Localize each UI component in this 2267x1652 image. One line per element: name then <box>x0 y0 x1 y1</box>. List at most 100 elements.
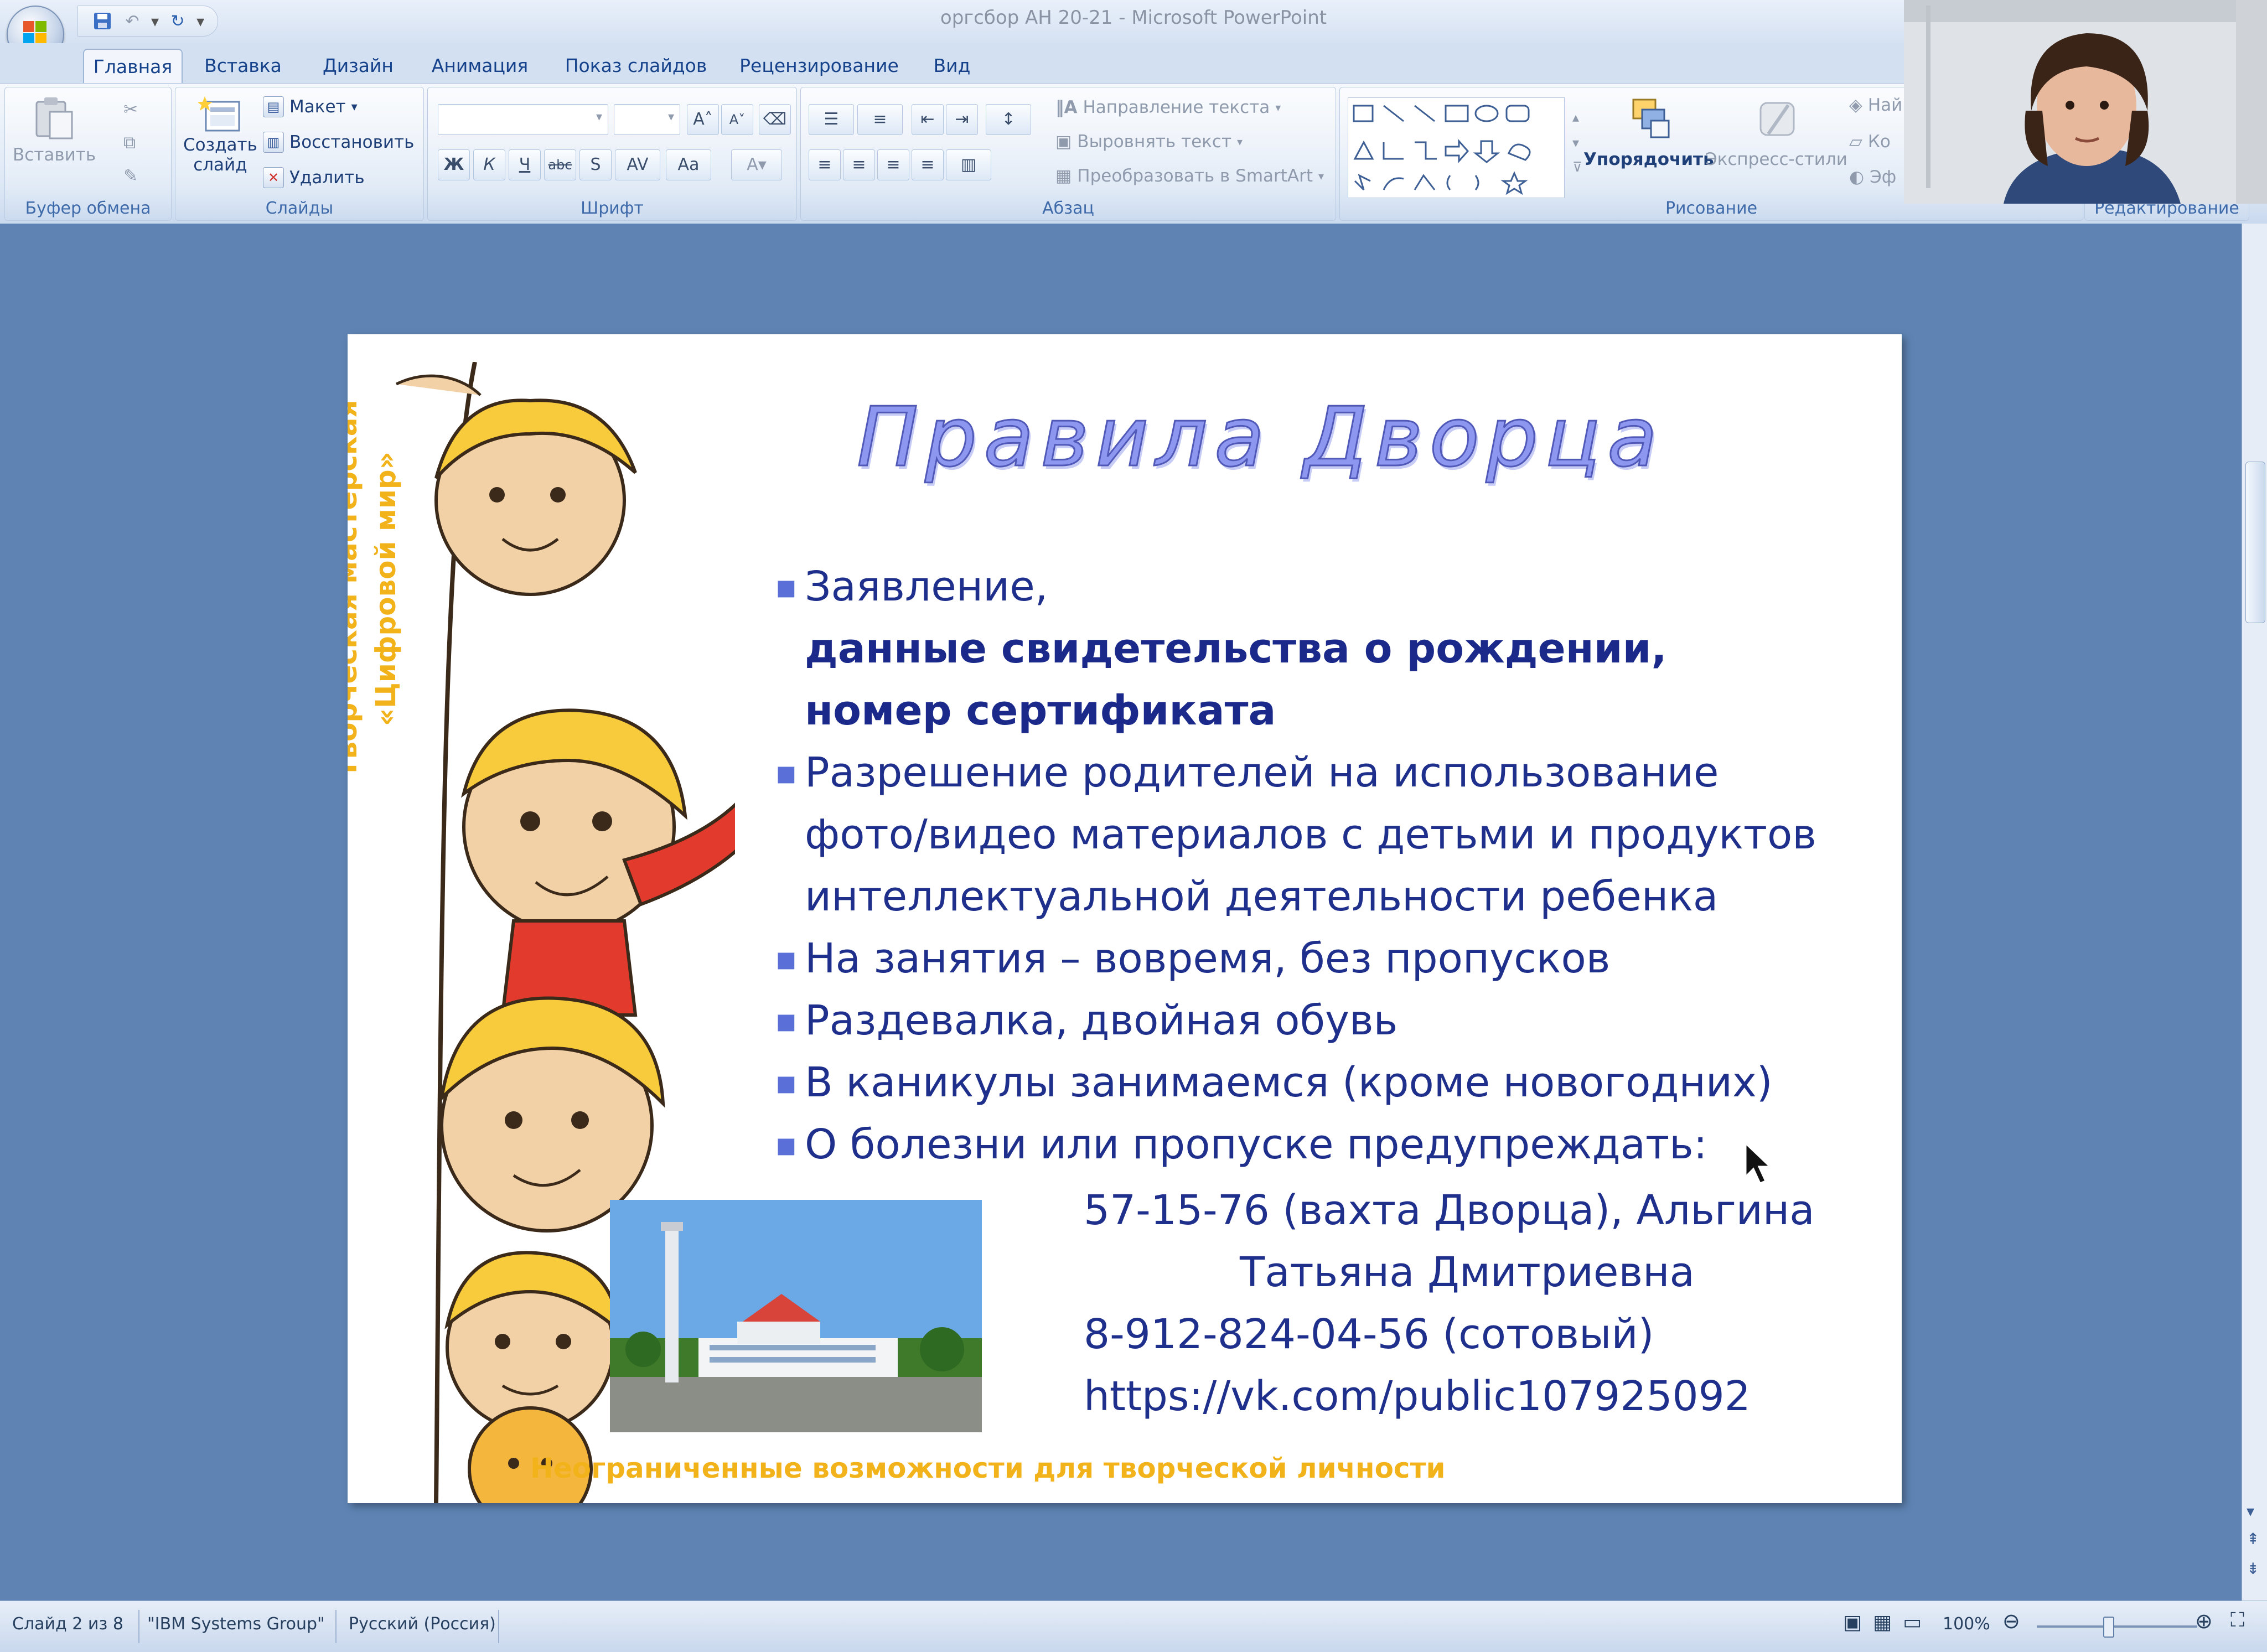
line-spacing-icon[interactable]: ↕ <box>986 104 1031 135</box>
underline-button[interactable]: Ч <box>509 149 541 180</box>
format-painter-icon[interactable]: ✎ <box>123 166 138 186</box>
arrange-label: Упорядочить <box>1583 149 1714 169</box>
bullet-item: Раздевалка, двойная обувь <box>775 990 1886 1052</box>
shape-effects-icon[interactable]: ◐ Эф <box>1849 167 1896 187</box>
shape-outline-icon[interactable]: ▱ Ко <box>1849 132 1891 152</box>
tab-review[interactable]: Рецензирование <box>736 49 902 83</box>
zoom-slider[interactable] <box>2037 1625 2197 1628</box>
bullet-text: данные свидетельства о рождении, <box>805 625 1667 672</box>
strikethrough-button[interactable]: abc <box>544 149 576 180</box>
tab-slideshow[interactable]: Показ слайдов <box>561 49 711 83</box>
redo-icon[interactable]: ↻ <box>167 10 189 32</box>
align-text-button[interactable]: ▣ Выровнять текст ▾ <box>1055 132 1243 152</box>
zoom-slider-thumb[interactable] <box>2103 1617 2114 1638</box>
reset-label: Восстановить <box>289 132 415 152</box>
contact-mobile: 8-912-824-04-56 (сотовый) <box>1084 1311 1654 1358</box>
fit-to-window-icon[interactable]: ⛶ <box>2230 1609 2244 1632</box>
quick-access-toolbar: ↶ ▾ ↻ ▾ <box>77 6 219 37</box>
bullets-icon[interactable]: ☰ <box>809 104 854 135</box>
shadow-button[interactable]: S <box>579 149 612 180</box>
new-slide-icon <box>198 96 240 132</box>
align-text-icon: ▣ <box>1055 132 1072 152</box>
shape-fill-icon[interactable]: ◈ Най <box>1849 95 1902 115</box>
arrange-button[interactable]: Упорядочить <box>1583 95 1714 169</box>
font-size-select[interactable]: ▾ <box>614 104 680 135</box>
columns-icon[interactable]: ▥ <box>946 149 991 180</box>
shapes-gallery[interactable] <box>1348 97 1565 198</box>
theme-name[interactable]: "IBM Systems Group" <box>147 1614 325 1634</box>
customize-qat-icon[interactable]: ▾ <box>196 12 204 30</box>
cut-icon[interactable]: ✂ <box>123 100 138 120</box>
delete-slide-label: Удалить <box>289 168 365 188</box>
contact-link[interactable]: https://vk.com/public107925092 <box>1084 1373 1751 1420</box>
bullet-text: В каникулы занимаемся (кроме новогодних) <box>805 1059 1773 1106</box>
bullet-item: Заявление, <box>775 556 1886 618</box>
status-divider <box>335 1610 337 1643</box>
bullet-text: Раздевалка, двойная обувь <box>805 997 1398 1044</box>
save-icon[interactable] <box>91 10 113 32</box>
shapes-gallery-icon <box>1353 105 1531 195</box>
vertical-scrollbar[interactable]: ▾ ⇞ ⇟ <box>2242 224 2267 1601</box>
shrink-font-button[interactable]: A˅ <box>721 104 753 135</box>
reset-button[interactable]: ▥ Восстановить <box>263 132 414 153</box>
shapes-more-icon[interactable]: ⊽ <box>1572 159 1582 175</box>
tab-design[interactable]: Дизайн <box>317 49 400 83</box>
clear-formatting-icon[interactable]: ⌫ <box>759 104 791 135</box>
shape-effects-label: Эф <box>1870 167 1897 187</box>
bullet-text: фото/видео материалов с детьми и продукт… <box>805 811 1816 858</box>
numbering-icon[interactable]: ≡ <box>857 104 903 135</box>
paste-button[interactable]: Вставить <box>13 95 96 165</box>
previous-slide-icon[interactable]: ⇞ <box>2247 1530 2259 1548</box>
zoom-in-icon[interactable]: ⊕ <box>2195 1609 2213 1633</box>
slide-title[interactable]: Правила Дворца <box>856 389 1664 486</box>
increase-indent-icon[interactable]: ⇥ <box>946 104 978 135</box>
slide-canvas[interactable]: Творческая мастерская «Цифровой мир» Пра… <box>348 334 1902 1503</box>
slideshow-view-icon[interactable]: ▭ <box>1903 1611 1922 1634</box>
shapes-scroll-up-icon[interactable]: ▴ <box>1572 110 1579 125</box>
scrollbar-thumb[interactable] <box>2245 462 2265 623</box>
bullet-item: Разрешение родителей на использование <box>775 742 1886 804</box>
bold-button[interactable]: Ж <box>438 149 470 180</box>
delete-slide-icon: ✕ <box>263 167 284 188</box>
undo-icon[interactable]: ↶ <box>121 10 143 32</box>
shape-outline-label: Ко <box>1867 132 1891 152</box>
zoom-out-icon[interactable]: ⊖ <box>2002 1609 2020 1633</box>
tab-view[interactable]: Вид <box>930 49 974 83</box>
undo-dropdown-icon[interactable]: ▾ <box>151 12 159 30</box>
decrease-indent-icon[interactable]: ⇤ <box>912 104 944 135</box>
align-left-icon[interactable]: ≡ <box>809 149 841 180</box>
slide-sorter-icon[interactable]: ▦ <box>1873 1611 1892 1634</box>
quick-styles-button[interactable]: Экспресс-стили <box>1705 95 1847 169</box>
text-direction-icon: ‖A <box>1055 97 1078 117</box>
change-case-icon[interactable]: Aa <box>666 149 711 180</box>
justify-icon[interactable]: ≡ <box>912 149 944 180</box>
text-direction-button[interactable]: ‖A Направление текста ▾ <box>1055 97 1281 117</box>
char-spacing-icon[interactable]: AV <box>615 149 660 180</box>
layout-button[interactable]: ▤ Макет ▾ <box>263 96 358 117</box>
align-text-label: Выровнять текст <box>1077 132 1232 152</box>
font-color-icon[interactable]: A▾ <box>731 149 782 180</box>
italic-button[interactable]: К <box>473 149 505 180</box>
contact-name: Татьяна Дмитриевна <box>1240 1249 1695 1296</box>
arrange-icon <box>1632 99 1670 138</box>
tab-home[interactable]: Главная <box>83 49 183 84</box>
grow-font-button[interactable]: A˄ <box>687 104 719 135</box>
align-right-icon[interactable]: ≡ <box>877 149 909 180</box>
smartart-button[interactable]: ▦ Преобразовать в SmartArt ▾ <box>1055 166 1324 186</box>
normal-view-icon[interactable]: ▣ <box>1843 1611 1862 1634</box>
zoom-level[interactable]: 100% <box>1943 1614 1990 1634</box>
align-center-icon[interactable]: ≡ <box>843 149 875 180</box>
delete-slide-button[interactable]: ✕ Удалить <box>263 167 365 188</box>
shapes-scroll-down-icon[interactable]: ▾ <box>1572 135 1579 151</box>
copy-icon[interactable]: ⧉ <box>123 133 136 153</box>
font-family-select[interactable]: ▾ <box>438 104 608 135</box>
language-indicator[interactable]: Русский (Россия) <box>349 1614 496 1634</box>
bullet-item: В каникулы занимаемся (кроме новогодних) <box>775 1052 1886 1114</box>
next-slide-icon[interactable]: ⇟ <box>2247 1560 2259 1578</box>
font-group-label: Шрифт <box>581 199 644 218</box>
scroll-down-icon[interactable]: ▾ <box>2247 1502 2254 1520</box>
bullet-list[interactable]: Заявление, данные свидетельства о рожден… <box>775 556 1886 1175</box>
tab-animation[interactable]: Анимация <box>428 49 531 83</box>
tab-insert[interactable]: Вставка <box>200 49 286 83</box>
new-slide-button[interactable]: Создать слайд <box>183 94 257 175</box>
